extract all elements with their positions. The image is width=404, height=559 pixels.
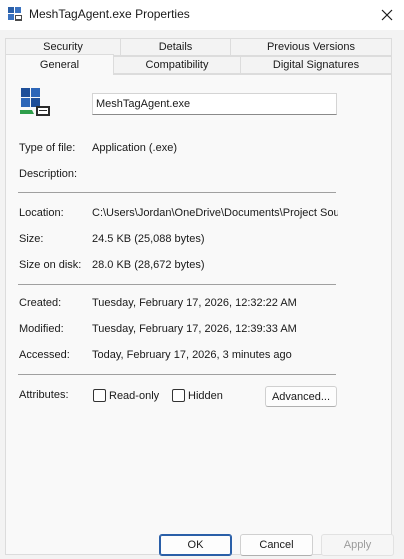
tab-previous-versions[interactable]: Previous Versions	[230, 38, 392, 56]
close-button[interactable]	[370, 0, 404, 30]
created-label: Created:	[19, 297, 62, 309]
modified-value: Tuesday, February 17, 2026, 12:39:33 AM	[92, 323, 297, 335]
modified-label: Modified:	[19, 323, 64, 335]
cancel-button[interactable]: Cancel	[240, 534, 313, 556]
application-icon	[8, 7, 22, 21]
type-of-file-label: Type of file:	[19, 142, 76, 154]
type-of-file-value: Application (.exe)	[92, 142, 177, 154]
accessed-value: Today, February 17, 2026, 3 minutes ago	[92, 349, 292, 361]
ok-button[interactable]: OK	[159, 534, 232, 556]
tab-general[interactable]: General	[5, 54, 114, 75]
apply-button[interactable]: Apply	[321, 534, 394, 556]
advanced-button-label: Advanced...	[271, 390, 331, 403]
created-value: Tuesday, February 17, 2026, 12:32:22 AM	[92, 297, 297, 309]
separator	[18, 284, 336, 285]
size-value: 24.5 KB (25,088 bytes)	[92, 233, 205, 245]
description-label: Description:	[19, 168, 78, 180]
tab-compatibility[interactable]: Compatibility	[113, 56, 241, 74]
attributes-label: Attributes:	[19, 389, 69, 401]
window-title: MeshTagAgent.exe Properties	[29, 7, 190, 21]
read-only-label[interactable]: Read-only	[109, 390, 159, 402]
read-only-checkbox[interactable]	[93, 389, 106, 402]
tab-label: Compatibility	[145, 59, 209, 71]
advanced-button[interactable]: Advanced...	[265, 386, 337, 407]
hidden-checkbox[interactable]	[172, 389, 185, 402]
tab-digital-signatures[interactable]: Digital Signatures	[240, 56, 392, 74]
title-bar: MeshTagAgent.exe Properties	[0, 0, 404, 30]
close-icon	[381, 9, 393, 21]
tab-label: Security	[43, 41, 83, 53]
size-on-disk-value: 28.0 KB (28,672 bytes)	[92, 259, 205, 271]
tab-label: Previous Versions	[266, 41, 356, 53]
accessed-label: Accessed:	[19, 349, 70, 361]
tab-details[interactable]: Details	[120, 38, 231, 56]
file-name-text: MeshTagAgent.exe	[96, 98, 191, 110]
separator	[18, 374, 336, 375]
ok-button-label: OK	[187, 539, 204, 551]
location-value: C:\Users\Jordan\OneDrive\Documents\Proje…	[92, 207, 338, 219]
apply-button-label: Apply	[343, 539, 372, 551]
cancel-button-label: Cancel	[259, 539, 294, 551]
separator	[18, 192, 336, 193]
hidden-label[interactable]: Hidden	[188, 390, 223, 402]
size-on-disk-label: Size on disk:	[19, 259, 82, 271]
tab-label: General	[39, 59, 80, 71]
file-name-field[interactable]: MeshTagAgent.exe	[92, 93, 337, 115]
tab-label: Digital Signatures	[272, 59, 360, 71]
tab-label: Details	[158, 41, 193, 53]
location-label: Location:	[19, 207, 64, 219]
size-label: Size:	[19, 233, 44, 245]
